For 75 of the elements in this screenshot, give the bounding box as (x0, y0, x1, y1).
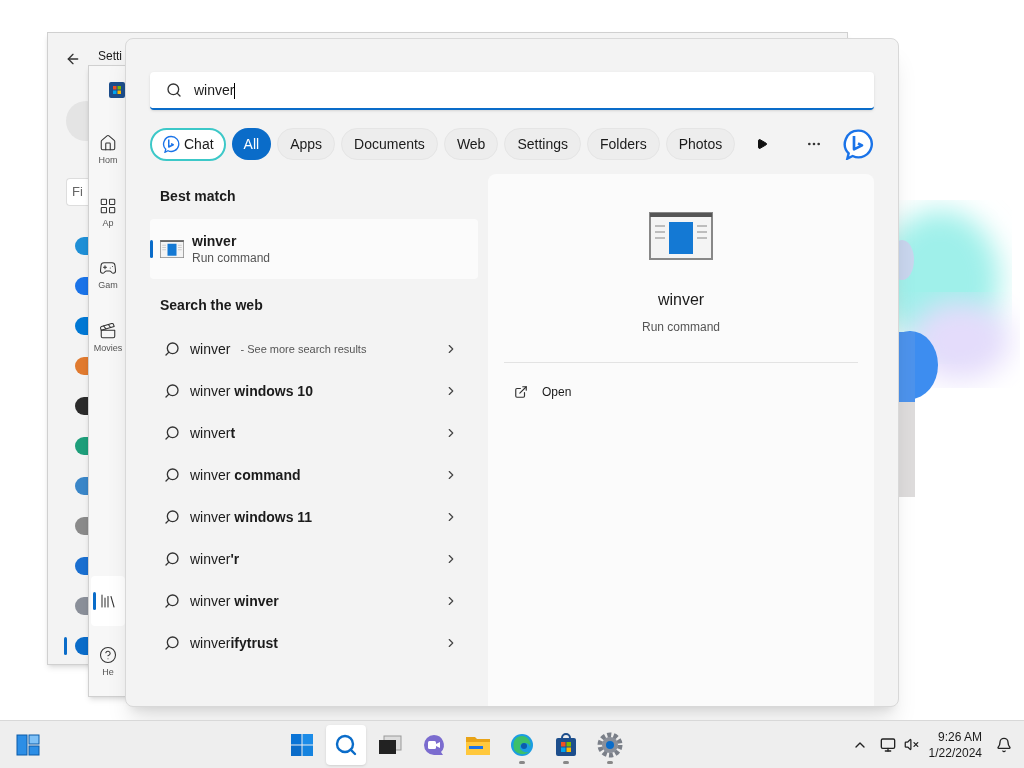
task-view-icon (377, 734, 402, 755)
open-action[interactable]: Open (504, 375, 858, 409)
help-icon (99, 645, 117, 664)
section-heading: Search the web (160, 296, 264, 315)
search-icon (164, 593, 180, 609)
filter-chip[interactable]: Photos (665, 128, 736, 160)
store-nav-item[interactable]: Gam (91, 249, 125, 299)
web-suggestion[interactable]: winvert (150, 412, 478, 454)
filter-chip[interactable]: Settings (504, 128, 581, 160)
window-icon (649, 212, 713, 260)
gear-icon (596, 731, 623, 758)
search-icon (164, 341, 180, 357)
filter-chip[interactable]: All (231, 128, 272, 160)
store-bag-icon (553, 732, 578, 757)
edge-icon (509, 732, 534, 757)
filter-chip[interactable]: Documents (341, 128, 438, 160)
web-suggestion[interactable]: winver'r (150, 538, 478, 580)
clock-time[interactable]: 9:26 AM (937, 728, 982, 745)
web-suggestion[interactable]: winver windows 11 (150, 496, 478, 538)
result-subtitle: Run command (192, 252, 271, 264)
suggestion-hint: - See more search results (240, 341, 367, 357)
network-icon[interactable] (879, 736, 896, 753)
filter-chip[interactable]: Web (443, 128, 499, 160)
bing-chat-icon (842, 128, 874, 160)
search-icon (333, 732, 358, 757)
store-logo-icon (109, 82, 125, 98)
selection-indicator (150, 240, 153, 258)
widgets-icon[interactable] (16, 733, 40, 756)
open-external-icon (514, 385, 528, 399)
home-icon (99, 133, 117, 152)
search-icon (164, 635, 180, 651)
filter-chip[interactable]: Folders (587, 128, 660, 160)
running-indicator (562, 760, 569, 764)
web-suggestion[interactable]: winver command (150, 454, 478, 496)
store-nav-item[interactable]: He (91, 636, 125, 686)
chat-bubble-icon (162, 135, 180, 153)
windows-logo-icon (289, 732, 314, 757)
search-field[interactable]: Fi (66, 178, 88, 206)
settings-nav-icon[interactable] (75, 397, 88, 415)
window-icon (160, 240, 184, 258)
best-match-item[interactable]: winver Run command (150, 219, 478, 279)
store-nav-item[interactable]: Movies (91, 312, 125, 362)
store-nav-item[interactable]: Hom (91, 124, 125, 174)
search-field[interactable]: winver (150, 72, 874, 110)
back-icon[interactable] (65, 51, 81, 67)
web-suggestion[interactable]: winver winver (150, 580, 478, 622)
search-icon (166, 82, 182, 98)
window-title: Setti (98, 50, 122, 62)
notification-icon[interactable] (996, 736, 1012, 753)
video-chat-icon (421, 732, 446, 757)
muted-speaker-icon[interactable] (903, 737, 919, 752)
selection-indicator (93, 592, 96, 610)
library-icon (99, 592, 117, 610)
web-suggestion[interactable]: winver windows 10 (150, 370, 478, 412)
search-icon (164, 509, 180, 525)
chat-chip[interactable]: Chat (150, 127, 226, 161)
preview-subtitle: Run command (641, 319, 720, 336)
movies-icon (99, 321, 117, 340)
search-icon (164, 383, 180, 399)
running-indicator (518, 760, 525, 764)
filter-chip[interactable]: Apps (277, 128, 336, 160)
search-icon (164, 551, 180, 567)
web-suggestion[interactable]: winver - See more search results (150, 328, 478, 370)
store-nav-item[interactable]: Ap (91, 187, 125, 237)
preview-title: winver (657, 290, 705, 310)
store-nav-item[interactable] (91, 576, 125, 626)
clock-date[interactable]: 1/22/2024 (928, 744, 982, 761)
search-icon (164, 425, 180, 441)
web-suggestion[interactable]: winverifytrust (150, 622, 478, 664)
result-title: winver (192, 234, 238, 248)
section-heading: Best match (160, 187, 237, 206)
search-icon (164, 467, 180, 483)
running-indicator (606, 760, 613, 764)
play-icon[interactable] (756, 138, 768, 150)
apps-icon (99, 196, 117, 215)
